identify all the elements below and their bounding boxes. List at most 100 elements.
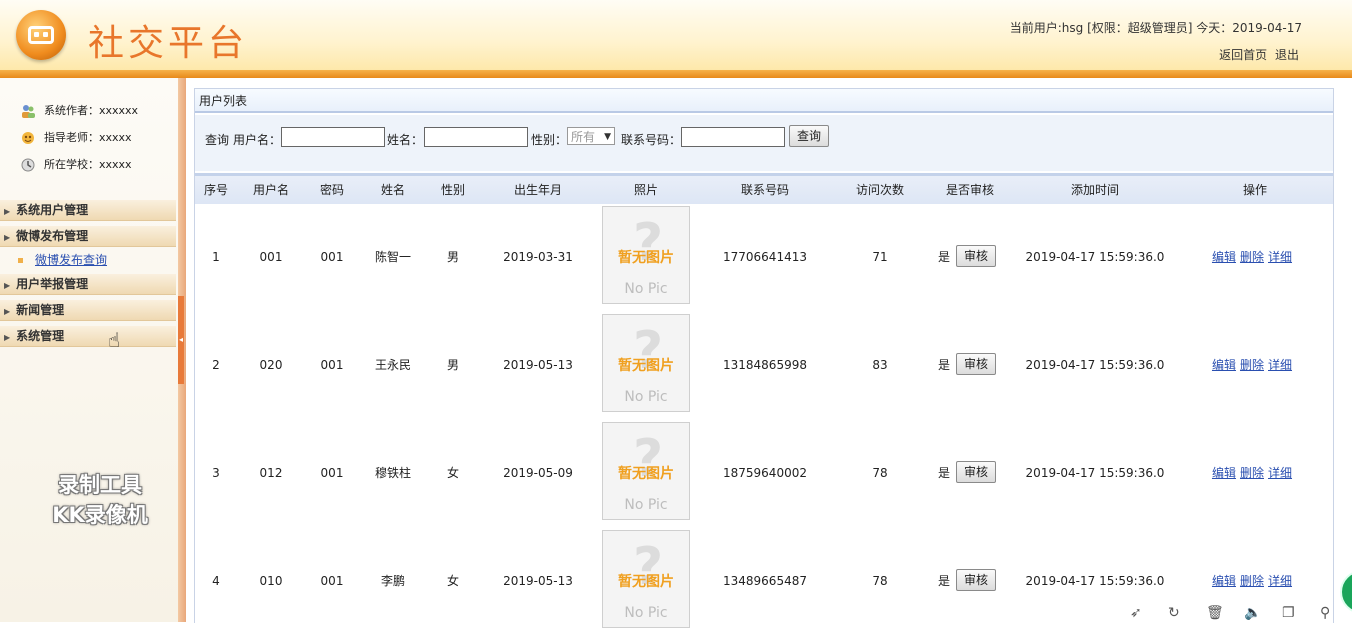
menu-system-admin[interactable]: ▶ 系统管理 [0, 326, 176, 347]
delete-link[interactable]: 删除 [1240, 358, 1264, 372]
delete-link[interactable]: 删除 [1240, 250, 1264, 264]
logout-link[interactable]: 退出 [1275, 48, 1299, 62]
school-icon [20, 157, 36, 173]
col-header: 密码 [319, 183, 344, 197]
cell-birth: 2019-05-09 [503, 466, 573, 480]
cell-added: 2019-04-17 15:59:36.0 [1025, 466, 1165, 480]
search-icon[interactable]: ⚲ [1320, 605, 1330, 621]
cell-idx: 4 [212, 574, 220, 588]
detail-link[interactable]: 详细 [1268, 574, 1292, 588]
submenu-weibo-query[interactable]: 微博发布查询 [18, 251, 107, 269]
col-header: 姓名 [380, 183, 405, 197]
cell-actions: 编辑 删除 详细 [1205, 419, 1299, 527]
phone-input[interactable] [681, 127, 785, 147]
search-button[interactable]: 查询 [789, 125, 830, 147]
delete-link[interactable]: 删除 [1240, 574, 1264, 588]
username-label: 用户名： [233, 133, 282, 147]
cell-visits: 83 [872, 358, 888, 372]
floating-widget[interactable] [1340, 570, 1352, 614]
volume-icon[interactable]: 🔈 [1244, 605, 1261, 621]
cell-gender: 女 [446, 466, 459, 480]
arrow-right-icon: ▶ [4, 333, 11, 342]
col-header: 照片 [633, 183, 658, 197]
col-header: 操作 [1242, 183, 1267, 197]
author-info: 系统作者：xxxxxx [20, 101, 138, 121]
cell-password: 001 [320, 358, 344, 372]
cell-username: 012 [259, 466, 283, 480]
col-header: 序号 [203, 183, 228, 197]
cell-actions: 编辑 删除 详细 [1205, 203, 1299, 311]
refresh-icon[interactable]: ↻ [1168, 605, 1180, 621]
arrow-right-icon: ▶ [4, 233, 11, 242]
cell-name: 李鹏 [380, 574, 405, 588]
current-user-info: 当前用户:hsg [权限：超级管理员] 今天：2019-04-17 [1009, 21, 1302, 35]
cell-name: 穆铁柱 [374, 466, 411, 480]
detail-link[interactable]: 详细 [1268, 250, 1292, 264]
audit-button[interactable]: 审核 [956, 245, 997, 267]
edit-link[interactable]: 编辑 [1212, 358, 1236, 372]
table-row: 2 020 001 王永民 男 2019-05-13 13184865998 83 2019-0… [195, 311, 1333, 419]
users-icon [20, 103, 36, 119]
detail-link[interactable]: 详细 [1268, 466, 1292, 480]
cell-gender: 男 [446, 358, 459, 372]
search-bar: 查询 用户名： 姓名： 性别： 所有 ▼ 联系号码： 查询 [195, 115, 1333, 171]
cell-name: 王永民 [374, 358, 411, 372]
cell-audited: 是 [937, 250, 950, 264]
teacher-info: 指导老师：xxxxx [20, 128, 132, 148]
header-links: 返回首页 退出 [1215, 46, 1299, 63]
cell-birth: 2019-05-13 [503, 358, 573, 372]
cell-added: 2019-04-17 15:59:36.0 [1025, 574, 1165, 588]
cell-phone: 17706641413 [723, 250, 807, 264]
teacher-icon [20, 130, 36, 146]
edit-link[interactable]: 编辑 [1212, 466, 1236, 480]
home-link[interactable]: 返回首页 [1219, 48, 1267, 62]
chevron-down-icon: ▼ [604, 132, 611, 142]
audit-button[interactable]: 审核 [956, 461, 997, 483]
rocket-icon[interactable]: ➶ [1130, 605, 1142, 621]
window-icon[interactable]: ❐ [1282, 605, 1295, 621]
school-info: 所在学校：xxxxx [20, 155, 132, 175]
username-input[interactable] [281, 127, 385, 147]
site-title: 社交平台 [88, 23, 249, 64]
menu-weibo-publish[interactable]: ▶ 微博发布管理 [0, 226, 176, 247]
recorder-watermark: 录制工具 KK录像机 [52, 473, 148, 527]
name-input[interactable] [424, 127, 528, 147]
table-row: 1 001 001 陈智一 男 2019-03-31 17706641413 71 2019-0… [195, 203, 1333, 311]
menu-user-reports[interactable]: ▶ 用户举报管理 [0, 274, 176, 295]
cell-idx: 2 [212, 358, 220, 372]
col-header: 是否审核 [945, 183, 994, 197]
app-logo [16, 10, 66, 60]
cell-password: 001 [320, 250, 344, 264]
cell-gender: 女 [446, 574, 459, 588]
cell-added: 2019-04-17 15:59:36.0 [1025, 358, 1165, 372]
audit-button[interactable]: 审核 [956, 569, 997, 591]
cell-visits: 78 [872, 574, 888, 588]
sidebar: 系统作者：xxxxxx 指导老师：xxxxx 所在学校：xxxxx ▶ 系统用户管… [0, 78, 178, 622]
sidebar-splitter[interactable]: ◂ [178, 78, 186, 622]
phone-label: 联系号码： [621, 133, 682, 147]
table-header: 序号 用户名 密码 姓名 性别 出生年月 照片 联系号码 访问次数 是否审核 添… [195, 173, 1333, 204]
cell-phone: 13184865998 [723, 358, 807, 372]
delete-link[interactable]: 删除 [1240, 466, 1264, 480]
menu-news[interactable]: ▶ 新闻管理 [0, 300, 176, 321]
cell-idx: 3 [212, 466, 220, 480]
panel-title: 用户列表 [195, 89, 1333, 113]
cell-idx: 1 [212, 250, 220, 264]
col-header: 用户名 [252, 183, 289, 197]
user-photo-placeholder: ? 暂无图片 No Pic [602, 314, 690, 412]
detail-link[interactable]: 详细 [1268, 358, 1292, 372]
col-header: 出生年月 [513, 183, 562, 197]
edit-link[interactable]: 编辑 [1212, 574, 1236, 588]
cell-audited: 是 [937, 466, 950, 480]
hand-cursor-icon: ☝ [108, 328, 121, 352]
gender-select[interactable]: 所有 ▼ [567, 127, 615, 145]
menu-system-users[interactable]: ▶ 系统用户管理 [0, 200, 176, 221]
name-label: 姓名： [387, 133, 424, 147]
cell-phone: 13489665487 [723, 574, 807, 588]
audit-button[interactable]: 审核 [956, 353, 997, 375]
cell-username: 020 [259, 358, 283, 372]
trash-icon[interactable]: 🗑 [1206, 605, 1224, 621]
edit-link[interactable]: 编辑 [1212, 250, 1236, 264]
collapse-sidebar-icon[interactable]: ◂ [178, 296, 184, 384]
cell-birth: 2019-05-13 [503, 574, 573, 588]
